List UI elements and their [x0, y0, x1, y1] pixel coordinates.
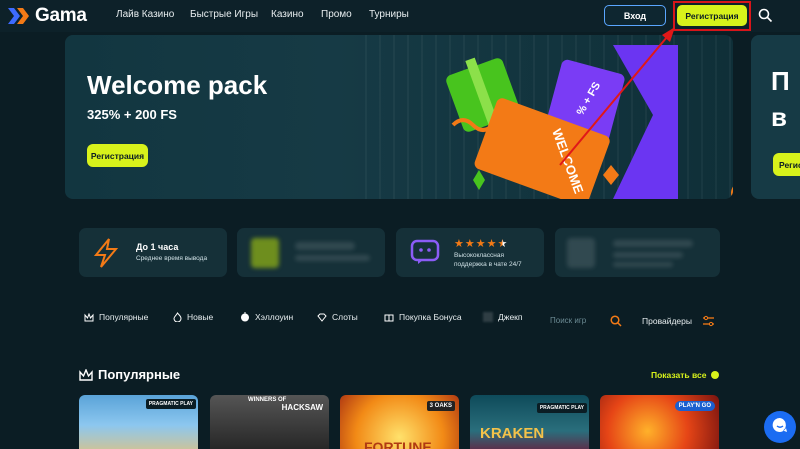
game-tile[interactable]: PRAGMATIC PLAY [79, 395, 198, 449]
search-icon[interactable] [610, 314, 622, 332]
arrow-right-icon[interactable] [711, 371, 719, 379]
pumpkin-icon [240, 312, 250, 322]
category-jackpot[interactable]: Джекп [483, 312, 523, 322]
provider-badge: 3 OAKS [426, 401, 455, 411]
hero-subtitle: 325% + 200 FS [87, 107, 177, 122]
star-icon: ★ [486, 238, 497, 250]
chat-icon [771, 416, 789, 439]
providers-dropdown[interactable]: Провайдеры [642, 316, 692, 326]
search-games-input[interactable]: Поиск игр [550, 316, 586, 325]
blurred-icon [251, 238, 279, 268]
blurred-icon [567, 238, 595, 268]
game-tile-title: KRAKEN [480, 425, 545, 442]
provider-badge: PRAGMATIC PLAY [536, 403, 587, 413]
category-label: Слоты [332, 312, 358, 322]
register-button[interactable]: Регистрация [677, 5, 747, 26]
category-bar: Популярные Новые Хэллоуин Слоты Покупка … [0, 312, 800, 332]
blurred-icon [483, 312, 493, 322]
feature-subtitle: Высококлассная поддержка в чате 24/7 [454, 252, 522, 268]
category-label: Джекп [498, 312, 523, 322]
category-label: Хэллоуин [255, 312, 294, 322]
logo-text: Gama [35, 5, 87, 26]
rating-stars: ★ ★ ★ ★ ★ [454, 237, 508, 250]
logo[interactable]: Gama [6, 5, 87, 27]
blurred-text [613, 252, 683, 258]
search-icon[interactable] [758, 8, 773, 23]
feature-card-blurred [555, 228, 720, 277]
provider-badge: PLAY'N GO [674, 401, 715, 411]
show-all-link[interactable]: Показать все [651, 370, 706, 380]
blurred-text [295, 255, 370, 261]
hero-register-button[interactable]: Регистрация [87, 144, 148, 167]
nav-fast-games[interactable]: Быстрые Игры [190, 9, 258, 20]
logo-icon [6, 6, 34, 26]
feature-subtitle: Среднее время вывода [136, 255, 208, 262]
feature-card-withdraw: До 1 часа Среднее время вывода [79, 228, 227, 277]
game-tile[interactable]: WINNERS OF HACKSAW [210, 395, 329, 449]
crown-icon [79, 368, 93, 386]
chat-support-button[interactable] [764, 411, 796, 443]
game-tile[interactable]: PLAY'N GO [600, 395, 719, 449]
nav-casino[interactable]: Казино [271, 9, 304, 20]
star-icon: ★ [475, 238, 486, 250]
blurred-text [613, 240, 693, 247]
feature-card-blurred [237, 228, 385, 277]
star-icon: ★ [454, 238, 464, 250]
gift-boxes-illustration: % + FS WELCOME [446, 45, 678, 199]
provider-badge: HACKSAW [281, 403, 323, 412]
gift-icon [384, 312, 394, 322]
category-bonus-buy[interactable]: Покупка Бонуса [384, 312, 462, 322]
category-label: Новые [187, 312, 214, 322]
game-tile[interactable]: 3 OAKS FORTUNE [340, 395, 459, 449]
game-tile-title: WINNERS OF [248, 397, 287, 403]
blurred-text [613, 262, 673, 267]
provider-badge: PRAGMATIC PLAY [145, 399, 196, 409]
feature-title: До 1 часа [136, 242, 179, 252]
category-label: Популярные [99, 312, 149, 322]
login-button[interactable]: Вход [604, 5, 666, 26]
nav-live-casino[interactable]: Лайв Казино [116, 9, 174, 20]
hero2-register-button[interactable]: Регис [773, 153, 800, 176]
flame-icon [172, 312, 182, 322]
lightning-icon [93, 238, 119, 273]
hero-title: Welcome pack [87, 70, 268, 100]
filter-icon[interactable] [702, 314, 715, 332]
nav-promo[interactable]: Промо [321, 9, 352, 20]
diamond-icon [317, 312, 327, 322]
chat-bubble-icon [410, 239, 440, 270]
game-tile-title: FORTUNE [364, 439, 432, 449]
hero-banner-next[interactable]: Пв Регис [751, 35, 800, 199]
top-header: Gama Лайв Казино Быстрые Игры Казино Про… [0, 0, 800, 32]
game-tile[interactable]: PRAGMATIC PLAY KRAKEN [470, 395, 589, 449]
hero2-title: Пв [771, 66, 790, 132]
hero-banner[interactable]: Welcome pack 325% + 200 FS Регистрация %… [65, 35, 733, 199]
category-slots[interactable]: Слоты [317, 312, 358, 322]
category-new[interactable]: Новые [172, 312, 213, 322]
blurred-text [295, 242, 355, 250]
crown-icon [84, 312, 94, 322]
star-icon: ★ [464, 238, 475, 250]
category-halloween[interactable]: Хэллоуин [240, 312, 293, 322]
category-label: Покупка Бонуса [399, 312, 462, 322]
section-title: Популярные [98, 367, 181, 382]
category-popular[interactable]: Популярные [84, 312, 148, 322]
nav-tournaments[interactable]: Турниры [369, 9, 409, 20]
star-half-icon: ★ [497, 238, 508, 250]
feature-card-support: ★ ★ ★ ★ ★ Высококлассная поддержка в чат… [396, 228, 544, 277]
